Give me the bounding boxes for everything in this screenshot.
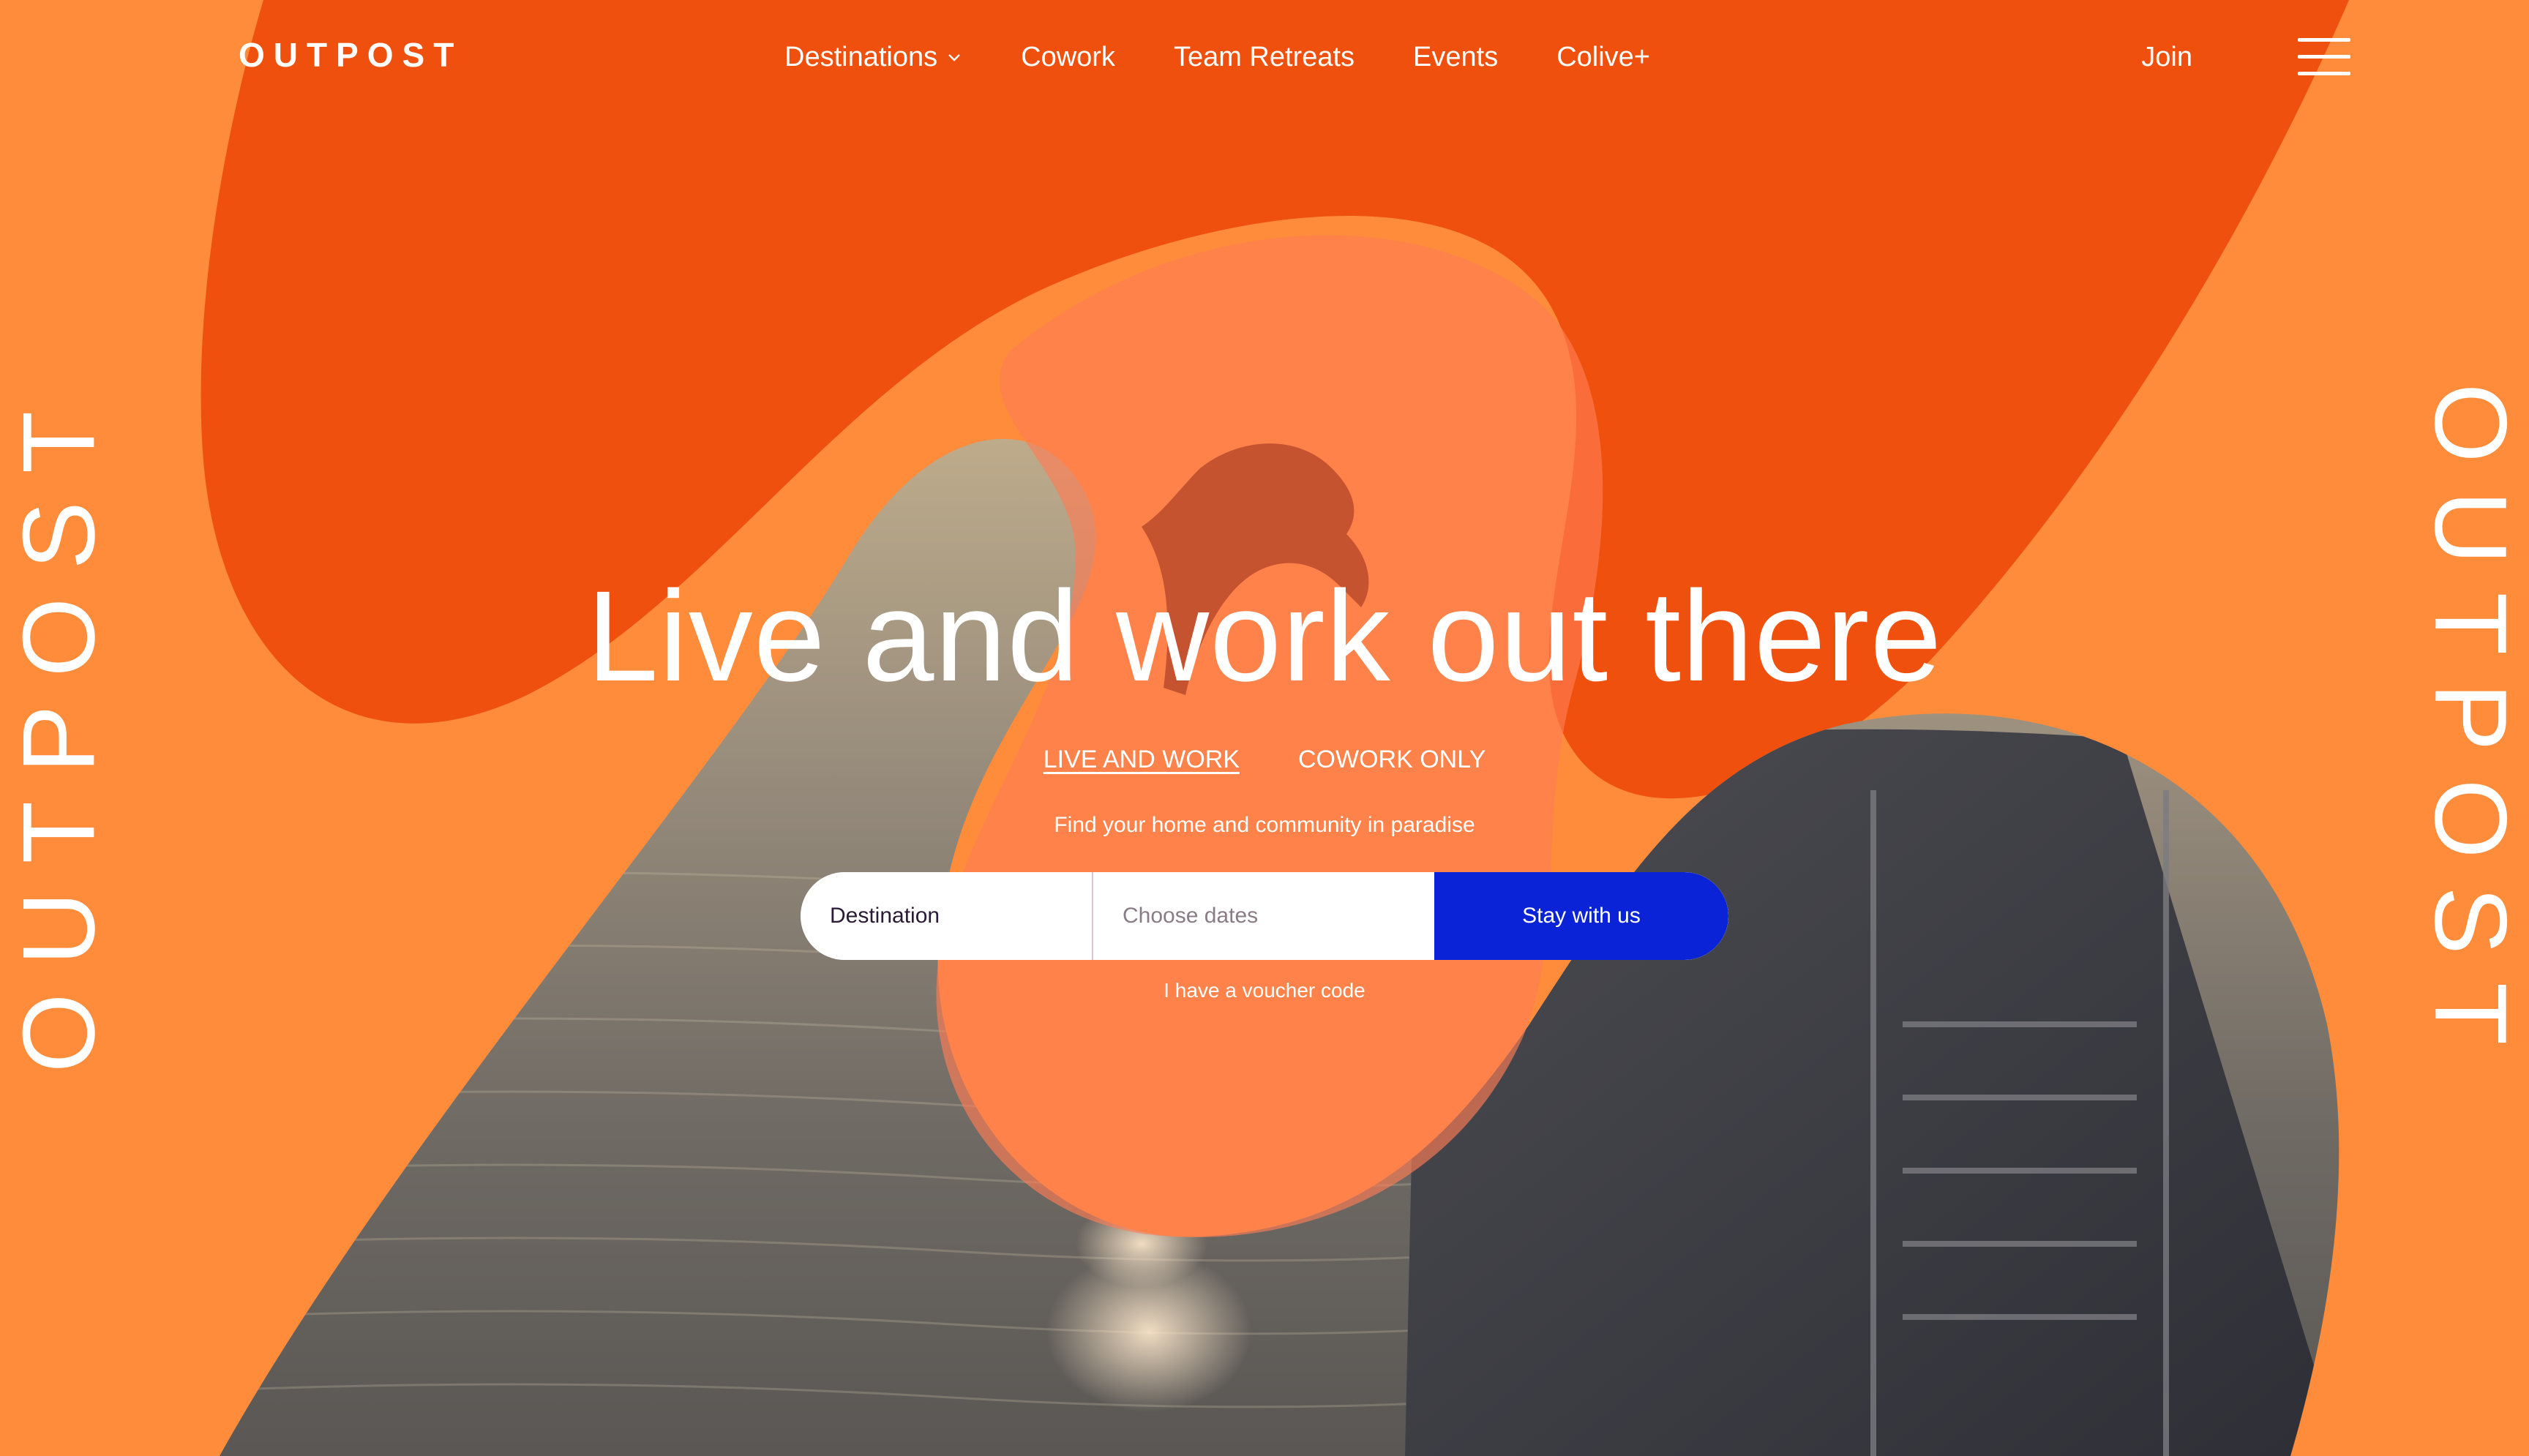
booking-search-bar: Stay with us <box>801 872 1728 960</box>
side-brand-text-right: OUTPOST <box>2413 383 2529 1073</box>
tab-live-and-work[interactable]: LIVE AND WORK <box>1044 740 1240 778</box>
main-nav: Destinations Cowork Team Retreats Events… <box>784 35 1650 79</box>
hero-tagline: Find your home and community in paradise <box>1054 813 1475 837</box>
voucher-code-link[interactable]: I have a voucher code <box>0 973 2529 1008</box>
nav-item-cowork[interactable]: Cowork <box>1021 35 1115 79</box>
nav-item-label: Colive+ <box>1556 42 1650 72</box>
mode-tabs: LIVE AND WORK COWORK ONLY <box>0 740 2529 778</box>
side-brand-text-left: OUTPOST <box>1 383 116 1073</box>
nav-item-destinations[interactable]: Destinations <box>784 35 962 79</box>
nav-item-colive-plus[interactable]: Colive+ <box>1556 35 1650 79</box>
nav-item-label: Cowork <box>1021 42 1115 72</box>
join-link[interactable]: Join <box>2141 35 2192 79</box>
dates-field[interactable] <box>1093 872 1434 960</box>
tab-cowork-only[interactable]: COWORK ONLY <box>1298 740 1485 778</box>
nav-item-label: Destinations <box>784 42 938 72</box>
nav-item-team-retreats[interactable]: Team Retreats <box>1174 35 1355 79</box>
hero-background-art <box>0 0 2529 1456</box>
nav-item-label: Team Retreats <box>1173 42 1355 72</box>
destination-field[interactable] <box>801 872 1093 960</box>
hamburger-icon[interactable] <box>2298 35 2350 79</box>
nav-item-label: Events <box>1413 42 1499 72</box>
nav-item-events[interactable]: Events <box>1413 35 1498 79</box>
hero-title: Live and work out there <box>586 565 1943 708</box>
hero-page: OUTPOST OUTPOST OUTPOST Destinations Cow… <box>0 0 2529 1456</box>
chevron-down-icon <box>948 54 961 61</box>
logo[interactable]: OUTPOST <box>239 33 462 77</box>
stay-with-us-button[interactable]: Stay with us <box>1434 872 1728 960</box>
